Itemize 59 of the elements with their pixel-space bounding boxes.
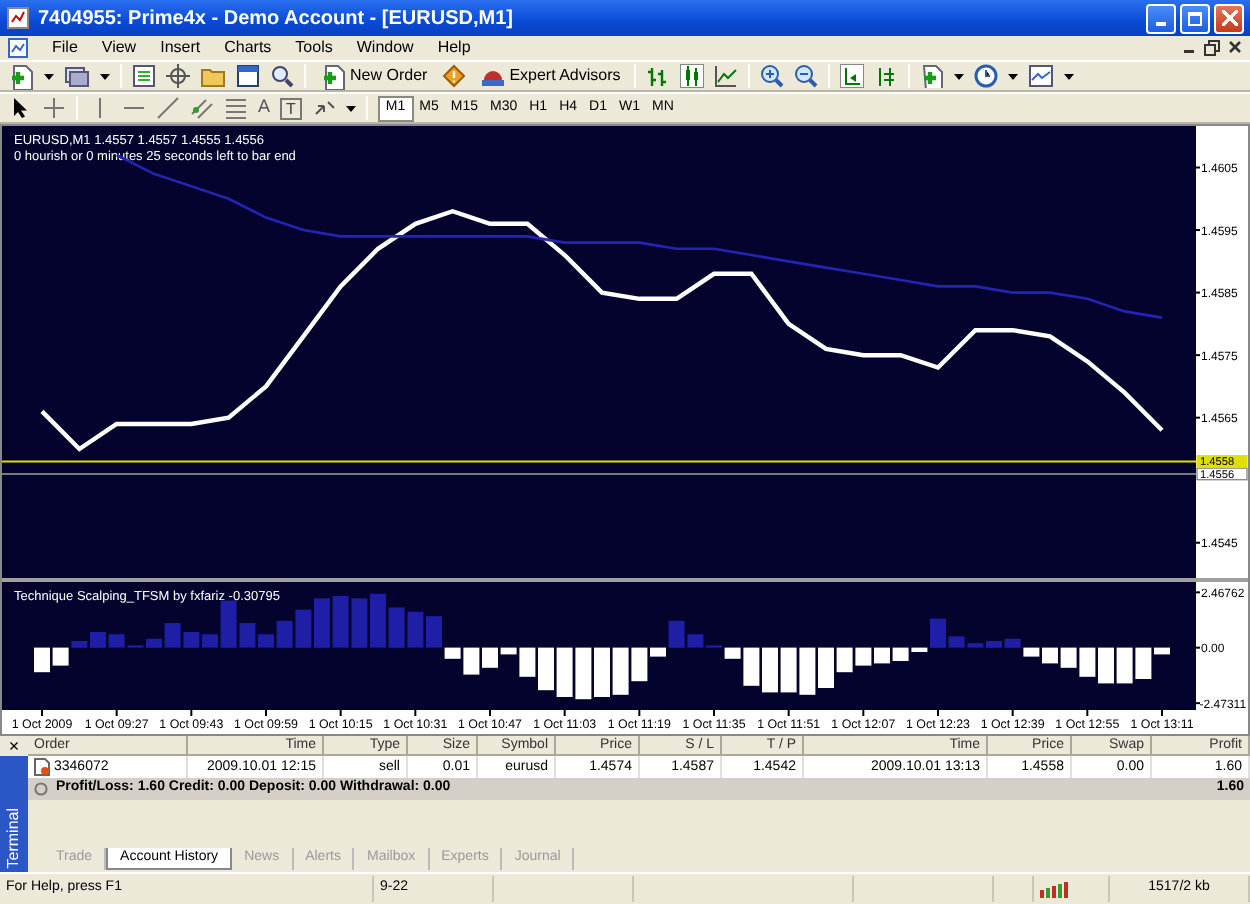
windows-icon[interactable] bbox=[64, 63, 90, 89]
histogram-bar bbox=[407, 611, 424, 648]
histogram-bar bbox=[295, 609, 312, 648]
caret-icon[interactable] bbox=[44, 73, 54, 79]
text-label-tool[interactable]: T bbox=[280, 97, 302, 119]
close-button[interactable] bbox=[1214, 3, 1244, 33]
diamond-icon[interactable] bbox=[441, 64, 466, 88]
caret-icon[interactable] bbox=[100, 73, 110, 79]
chart-window-icon[interactable] bbox=[8, 38, 28, 58]
menu-item[interactable]: Tools bbox=[295, 36, 333, 60]
zoom-in-icon[interactable] bbox=[760, 64, 785, 88]
trendline-icon[interactable] bbox=[156, 96, 180, 120]
panel-title: Terminal bbox=[2, 807, 24, 868]
close-icon[interactable] bbox=[1228, 40, 1242, 54]
candlestick-icon[interactable] bbox=[680, 64, 705, 88]
connection-icon bbox=[1040, 880, 1068, 898]
magnifier-icon[interactable] bbox=[270, 64, 294, 88]
caret-icon[interactable] bbox=[954, 73, 965, 79]
histogram-bar bbox=[1079, 647, 1096, 677]
crosshair-icon[interactable] bbox=[166, 64, 190, 88]
add-chart-icon[interactable] bbox=[8, 63, 34, 89]
add-indicator-icon[interactable] bbox=[920, 64, 945, 88]
caret-icon[interactable] bbox=[1008, 73, 1019, 79]
menu-item[interactable]: Help bbox=[437, 36, 471, 60]
clock-icon[interactable] bbox=[974, 64, 999, 88]
menu-item[interactable]: Window bbox=[356, 36, 414, 60]
auto-scroll-icon[interactable] bbox=[840, 64, 865, 88]
window-title: 7404955: Prime4x - Demo Account - [EURUSD,M1] bbox=[38, 5, 515, 33]
histogram-bar bbox=[799, 647, 816, 695]
summary-icon bbox=[34, 782, 48, 796]
menu-item[interactable]: Insert bbox=[160, 36, 201, 60]
app-icon bbox=[6, 6, 30, 30]
cursor-icon[interactable] bbox=[8, 96, 32, 120]
window-icon[interactable] bbox=[236, 64, 260, 88]
arrows-icon[interactable] bbox=[311, 96, 336, 120]
histogram-bar bbox=[575, 647, 592, 700]
zoom-out-icon[interactable] bbox=[794, 64, 819, 88]
chart-shift-icon[interactable] bbox=[874, 64, 899, 88]
folder-icon[interactable] bbox=[200, 64, 226, 88]
menu-item[interactable]: View bbox=[101, 36, 137, 60]
caret-icon[interactable] bbox=[345, 105, 356, 111]
menu-item[interactable]: File bbox=[52, 36, 78, 60]
close-icon[interactable]: × bbox=[0, 736, 28, 756]
minimize-button[interactable] bbox=[1146, 3, 1176, 33]
crosshair-icon[interactable] bbox=[42, 96, 66, 120]
maximize-button[interactable] bbox=[1180, 3, 1210, 33]
menu-item[interactable]: Charts bbox=[224, 36, 272, 60]
text-tool[interactable]: A bbox=[258, 94, 271, 122]
expert-advisors-button[interactable]: Expert Advisors bbox=[475, 64, 625, 88]
channel-icon[interactable] bbox=[190, 96, 214, 120]
new-order-button[interactable]: New Order bbox=[316, 63, 432, 89]
fibonacci-icon[interactable] bbox=[224, 96, 248, 120]
caret-icon[interactable] bbox=[1064, 73, 1075, 79]
histogram-bar bbox=[351, 598, 368, 648]
line-chart-icon[interactable] bbox=[714, 64, 739, 88]
template-icon[interactable] bbox=[1028, 64, 1055, 88]
bar-chart-icon[interactable] bbox=[646, 64, 671, 88]
list-icon[interactable] bbox=[132, 64, 156, 88]
restore-icon[interactable] bbox=[1204, 40, 1220, 56]
